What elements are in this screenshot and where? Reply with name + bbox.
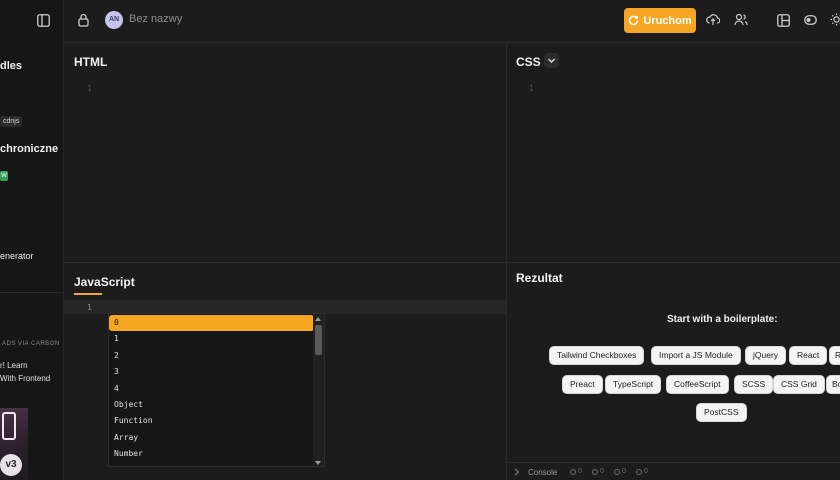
users-icon[interactable] [734, 13, 748, 26]
sidebar-divider [0, 292, 63, 293]
sidebar-heading-async[interactable]: chroniczne [0, 143, 58, 155]
boilerplate-postcss[interactable]: PostCSS [696, 403, 747, 422]
upload-icon[interactable] [706, 13, 720, 26]
ad-text-line2[interactable]: With Frontend [0, 372, 50, 385]
refresh-icon [629, 15, 639, 26]
js-line-number: 1 [87, 303, 92, 312]
boilerplate-css-grid[interactable]: CSS Grid [773, 375, 825, 394]
boilerplate-scss[interactable]: SCSS [734, 375, 774, 394]
layout-icon[interactable] [777, 14, 790, 27]
console-info-icon [592, 469, 598, 475]
console-error-count: 0 [644, 468, 648, 475]
scroll-thumb[interactable] [315, 325, 322, 355]
boilerplate-jquery[interactable]: jQuery [745, 346, 787, 365]
scroll-down-arrow[interactable] [315, 461, 321, 465]
ad-window-graphic [2, 412, 16, 440]
terminal-chevron-icon [514, 468, 520, 476]
html-line-number: 1 [87, 84, 92, 93]
autocomplete-item[interactable]: 1 [109, 331, 314, 347]
autocomplete-item[interactable]: 0 [109, 315, 314, 332]
boilerplate-coffeescript[interactable]: CoffeeScript [666, 375, 729, 394]
sidebar: dles cdnjs chroniczne W enerator ADS VIA… [0, 0, 64, 480]
lock-icon[interactable] [78, 13, 89, 27]
new-badge: W [0, 171, 8, 181]
console-bar[interactable]: Console 0 0 0 0 [506, 462, 840, 480]
boilerplate-cut-off-1[interactable]: R [829, 346, 840, 365]
toggle-icon[interactable] [804, 15, 817, 25]
run-button[interactable]: Uruchom [624, 8, 696, 33]
boilerplate-preact[interactable]: Preact [562, 375, 603, 394]
css-preprocessor-dropdown[interactable] [544, 53, 559, 68]
active-line-highlight [64, 300, 506, 314]
sidebar-item-generator[interactable]: enerator [0, 251, 34, 261]
autocomplete-item[interactable]: 4 [109, 381, 314, 397]
sidebar-toggle-icon[interactable] [37, 14, 50, 27]
js-tab-underline [74, 293, 102, 295]
autocomplete-list[interactable]: 01234ObjectFunctionArrayNumberparseFloat [109, 314, 314, 467]
autocomplete-popup[interactable]: 01234ObjectFunctionArrayNumberparseFloat [108, 313, 325, 467]
cdnjs-chip[interactable]: cdnjs [0, 116, 23, 127]
console-log-icon [570, 469, 576, 475]
css-line-number: 1 [529, 84, 534, 93]
fiddle-title[interactable]: Bez nazwy [129, 13, 182, 25]
sidebar-heading-fiddles[interactable]: dles [0, 60, 22, 72]
autocomplete-item[interactable]: Array [109, 430, 314, 446]
console-log-count: 0 [578, 468, 582, 475]
boilerplate-cut-off-2[interactable]: Bo [826, 375, 840, 394]
autocomplete-item[interactable]: Object [109, 397, 314, 413]
boilerplate-typescript[interactable]: TypeScript [605, 375, 662, 394]
boilerplate-tailwind-checkboxes[interactable]: Tailwind Checkboxes [549, 346, 645, 365]
console-warning-icon [614, 469, 620, 475]
sun-icon[interactable] [830, 13, 840, 26]
console-label[interactable]: Console [528, 468, 557, 477]
autocomplete-item[interactable]: 2 [109, 348, 314, 364]
ad-label: ADS VIA CARBON [2, 341, 60, 347]
scroll-up-arrow[interactable] [315, 317, 321, 321]
autocomplete-scrollbar[interactable] [313, 314, 324, 466]
css-panel-title: CSS [516, 55, 541, 69]
console-warning-count: 0 [622, 468, 626, 475]
console-error-icon [636, 469, 642, 475]
horizontal-splitter[interactable] [64, 262, 840, 263]
js-panel-title[interactable]: JavaScript [74, 275, 135, 289]
chevron-down-icon [548, 58, 555, 63]
result-panel-title: Rezultat [516, 271, 563, 285]
autocomplete-item[interactable]: Function [109, 413, 314, 429]
boilerplate-heading: Start with a boilerplate: [667, 314, 778, 325]
autocomplete-item[interactable]: Number [109, 446, 314, 462]
autocomplete-item[interactable]: parseFloat [109, 463, 314, 467]
console-info-count: 0 [600, 468, 604, 475]
run-button-label: Uruchom [643, 14, 692, 27]
avatar[interactable]: AN [105, 11, 123, 29]
boilerplate-import-js-module[interactable]: Import a JS Module [651, 346, 741, 365]
ad-text-line1[interactable]: r! Learn [0, 359, 28, 372]
ad-badge: v3 [0, 454, 22, 476]
autocomplete-item[interactable]: 3 [109, 364, 314, 380]
ad-image[interactable]: v3 [0, 408, 28, 480]
boilerplate-react[interactable]: React [789, 346, 828, 365]
html-panel-title: HTML [74, 55, 108, 69]
